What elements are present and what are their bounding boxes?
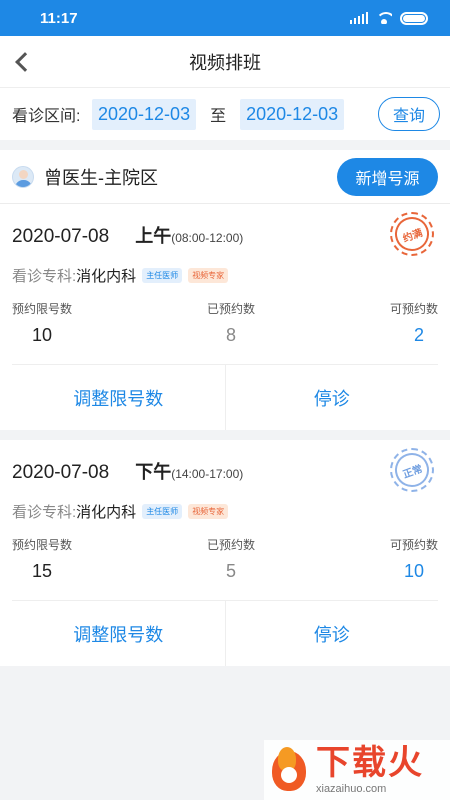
expert-badge: 视频专家 [188,267,229,283]
filter-label: 看诊区间: [12,108,81,125]
back-arrow-icon[interactable] [12,50,36,74]
query-button[interactable]: 查询 [378,97,440,131]
start-date-field[interactable]: 2020-12-03 [92,98,197,130]
department-row: 看诊专科: 消化内科 主任医师 视频专家 [0,258,450,292]
stat-booked: 已预约数 8 [206,302,255,345]
schedule-time-range: (08:00-12:00) [171,231,244,245]
schedule-header: 2020-07-08 下午(14:00-17:00) [0,440,450,494]
status-bar: 11:17 [0,0,450,36]
doctor-bar: 曾医生-主院区 新增号源 [0,150,450,204]
stat-limit: 预约限号数 15 [12,538,73,581]
stat-available: 可预约数 2 [389,302,438,345]
nav-bar: 视频排班 [0,36,450,88]
stat-booked: 已预约数 5 [206,538,255,581]
stats-row: 预约限号数 10 已预约数 8 可预约数 2 [0,300,450,346]
signal-icon [350,12,368,24]
doctor-avatar-icon [12,165,34,188]
doctor-name: 曾医生-主院区 [44,167,158,188]
schedule-period: 下午(14:00-17:00) [135,462,244,482]
schedule-time-range: (14:00-17:00) [171,467,244,481]
schedule-date: 2020-07-08 [12,226,110,247]
status-time: 11:17 [40,9,78,27]
title-badge: 主任医师 [142,267,183,283]
title-badge: 主任医师 [142,503,183,519]
battery-icon [400,11,428,25]
wifi-icon [376,12,392,24]
schedule-period: 上午(08:00-12:00) [135,226,244,246]
status-stamp: 约满 [390,212,434,256]
watermark-url: xiazaihuo.com [316,783,387,795]
suspend-button[interactable]: 停诊 [224,365,439,430]
stat-limit: 预约限号数 10 [12,302,73,345]
adjust-limit-button[interactable]: 调整限号数 [12,601,225,666]
page-title: 视频排班 [189,52,261,73]
schedule-card: 2020-07-08 上午(08:00-12:00) 约满 看诊专科: 消化内科… [0,204,450,430]
add-source-button[interactable]: 新增号源 [337,157,438,196]
adjust-limit-button[interactable]: 调整限号数 [12,365,225,430]
watermark: 下载火 xiazaihuo.com [264,740,450,800]
watermark-brand: 下载火 [316,744,424,782]
expert-badge: 视频专家 [188,503,229,519]
department-label: 看诊专科: [12,267,77,285]
end-date-field[interactable]: 2020-12-03 [240,98,345,130]
schedule-date: 2020-07-08 [12,462,110,483]
status-stamp: 正常 [390,448,434,492]
stat-available: 可预约数 10 [389,538,438,581]
schedule-header: 2020-07-08 上午(08:00-12:00) [0,204,450,258]
department-value: 消化内科 [76,503,137,521]
card-actions: 调整限号数 停诊 [12,600,438,666]
department-label: 看诊专科: [12,503,77,521]
flame-logo-icon [266,745,310,795]
department-row: 看诊专科: 消化内科 主任医师 视频专家 [0,494,450,528]
suspend-button[interactable]: 停诊 [224,601,439,666]
department-value: 消化内科 [76,267,137,285]
card-actions: 调整限号数 停诊 [12,364,438,430]
date-filter: 看诊区间: 2020-12-03 至 2020-12-03 查询 [0,88,450,140]
date-separator: 至 [210,108,227,125]
status-icons [350,11,428,25]
schedule-card: 2020-07-08 下午(14:00-17:00) 正常 看诊专科: 消化内科… [0,440,450,666]
stats-row: 预约限号数 15 已预约数 5 可预约数 10 [0,536,450,582]
